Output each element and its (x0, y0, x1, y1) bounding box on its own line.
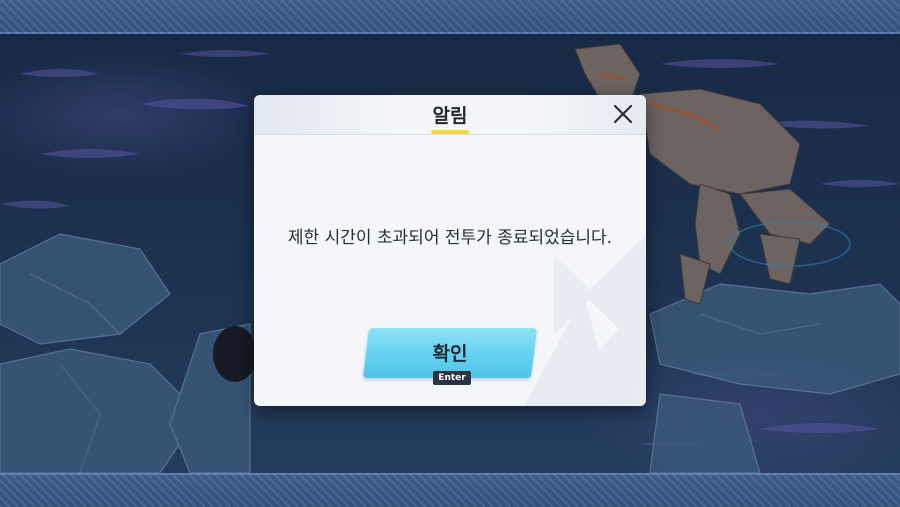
title-underline (431, 130, 469, 134)
dialog-message: 제한 시간이 초과되어 전투가 종료되었습니다. (287, 228, 613, 248)
close-icon (613, 104, 633, 124)
game-screen: 알림 제한 시간이 초과되어 전투가 종료되었습니다. 확인 Enter (0, 0, 900, 507)
confirm-button-label: 확인 (432, 343, 468, 365)
enter-key-hint: Enter (433, 371, 471, 385)
bottom-frame-bar (0, 473, 900, 507)
dialog-title: 알림 (432, 105, 468, 127)
top-frame-bar (0, 0, 900, 34)
notice-dialog: 알림 제한 시간이 초과되어 전투가 종료되었습니다. 확인 Enter (254, 95, 646, 406)
close-button[interactable] (612, 103, 634, 125)
confirm-button[interactable]: 확인 Enter (362, 328, 538, 385)
